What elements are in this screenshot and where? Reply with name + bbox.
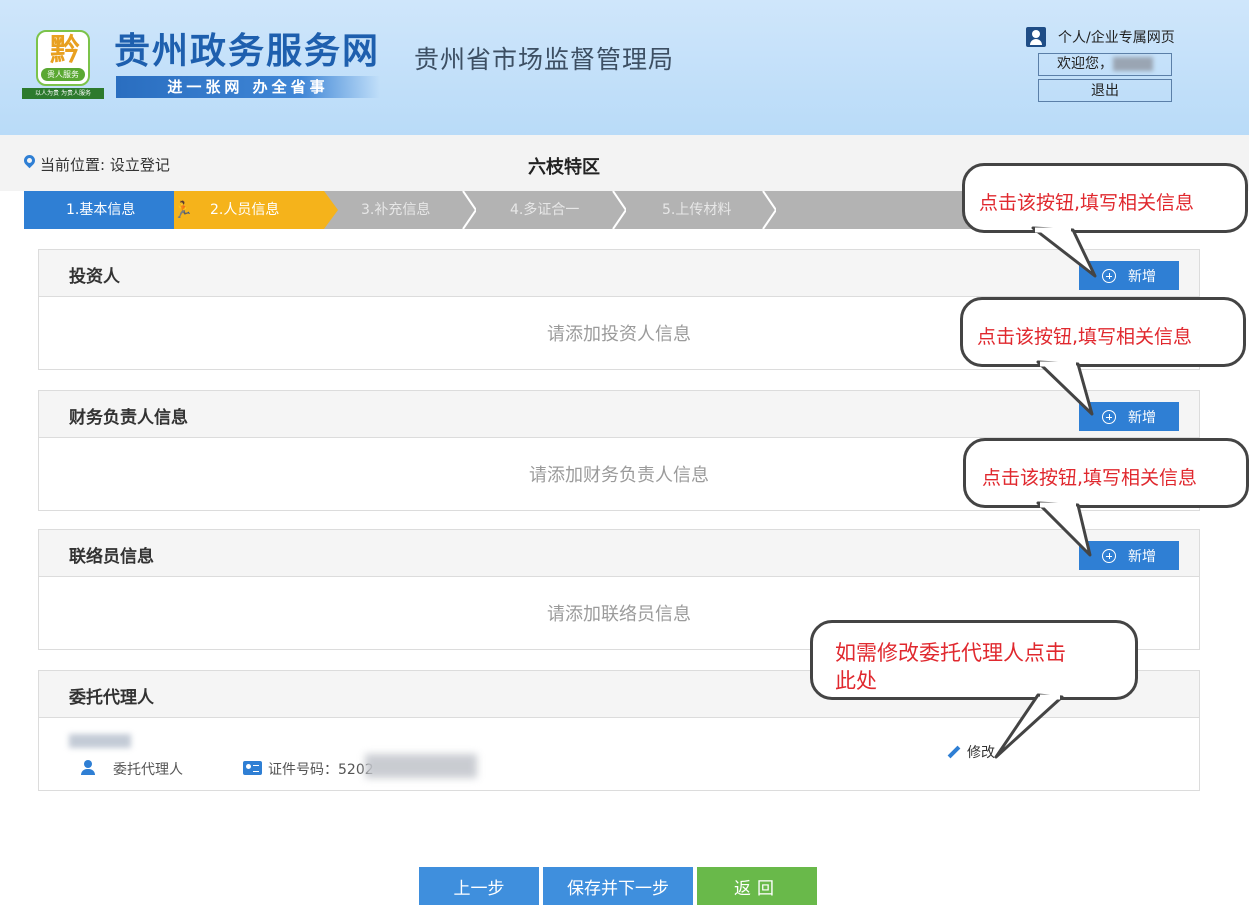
site-logo[interactable]: 黔 贵人服务 以人为贵 为贵人服务 [22,30,104,100]
step-personnel-info[interactable]: 2.人员信息 [174,191,324,229]
site-header: 黔 贵人服务 以人为贵 为贵人服务 贵州政务服务网 进一张网 办全省事 贵州省市… [0,0,1249,135]
callout-pointer [1031,226,1097,278]
section-header: 财务负责人信息 新增 [39,391,1199,438]
location-pin-icon [21,152,38,169]
username-redacted [1113,57,1153,71]
personal-page-label: 个人/企业专属网页 [1058,30,1175,46]
step-label: 4.多证合一 [510,202,580,218]
agent-role: 委托代理人 [113,762,183,778]
pencil-icon [947,745,961,759]
section-title: 联络员信息 [69,547,154,567]
step-label: 3.补充信息 [361,202,431,218]
site-name: 贵州政务服务网 [114,30,381,72]
logout-button[interactable]: 退出 [1038,79,1172,102]
person-icon [81,760,95,776]
step-basic-info[interactable]: 1.基本信息 [24,191,174,229]
logo-strip: 以人为贵 为贵人服务 [22,88,104,99]
welcome-text: 欢迎您， [1057,56,1113,72]
site-slogan: 进一张网 办全省事 [116,76,380,98]
callout-pointer [994,693,1064,759]
callout-text: 点击该按钮,填写相关信息 [982,467,1198,489]
section-title: 财务负责人信息 [69,408,188,428]
step-label: 1.基本信息 [66,202,136,218]
form-title: 六枝特区 [528,157,600,178]
callout-add-liaison: 点击该按钮,填写相关信息 [963,438,1249,508]
add-label: 新增 [1128,408,1156,425]
section-title: 投资人 [69,267,120,287]
callout-text: 点击该按钮,填写相关信息 [977,326,1193,348]
org-name: 贵州省市场监督管理局 [414,45,675,74]
callout-add-finance: 点击该按钮,填写相关信息 [960,297,1246,367]
user-area: 个人/企业专属网页 欢迎您， 退出 [1026,24,1196,102]
page: 黔 贵人服务 以人为贵 为贵人服务 贵州政务服务网 进一张网 办全省事 贵州省市… [0,0,1249,906]
callout-pointer [1036,360,1094,416]
agent-id-number: 证件号码：5202 [268,762,374,778]
agent-name-redacted [69,734,131,748]
callout-add-investor: 点击该按钮,填写相关信息 [962,163,1248,233]
add-label: 新增 [1128,267,1156,284]
id-card-icon [243,761,262,775]
breadcrumb: 当前位置: 设立登记 [40,156,170,174]
callout-edit-agent: 如需修改委托代理人点击 此处 [810,620,1138,700]
logo-badge: 黔 贵人服务 [36,30,90,86]
callout-text: 点击该按钮,填写相关信息 [979,192,1195,214]
step-divider [324,191,338,229]
step-divider [762,191,776,229]
logo-pill: 贵人服务 [41,68,85,81]
step-divider [160,191,174,229]
step-supplement-info[interactable]: 3.补充信息 [361,191,430,229]
callout-pointer [1036,501,1092,557]
callout-text-line2: 此处 [835,669,877,693]
section-title: 委托代理人 [69,688,154,708]
section-header: 联络员信息 新增 [39,530,1199,577]
welcome-box: 欢迎您， [1038,53,1172,76]
step-upload-materials[interactable]: 5.上传材料 [662,191,731,229]
logo-glyph: 黔 [50,33,80,68]
step-multi-cert[interactable]: 4.多证合一 [510,191,579,229]
step-divider [612,191,626,229]
user-icon [1026,27,1046,47]
step-label: 5.上传材料 [662,202,732,218]
edit-agent-link[interactable]: 修改 [947,742,995,762]
prev-step-button[interactable]: 上一步 [419,867,539,905]
callout-text-line1: 如需修改委托代理人点击 [835,641,1066,665]
add-label: 新增 [1128,547,1156,564]
save-next-button[interactable]: 保存并下一步 [543,867,693,905]
id-number-redacted [365,754,477,778]
step-divider [462,191,476,229]
personal-page-link[interactable]: 个人/企业专属网页 [1026,24,1196,50]
step-label: 2.人员信息 [210,202,280,218]
running-person-icon: 🏃 [173,200,193,219]
back-button[interactable]: 返回 [697,867,817,905]
